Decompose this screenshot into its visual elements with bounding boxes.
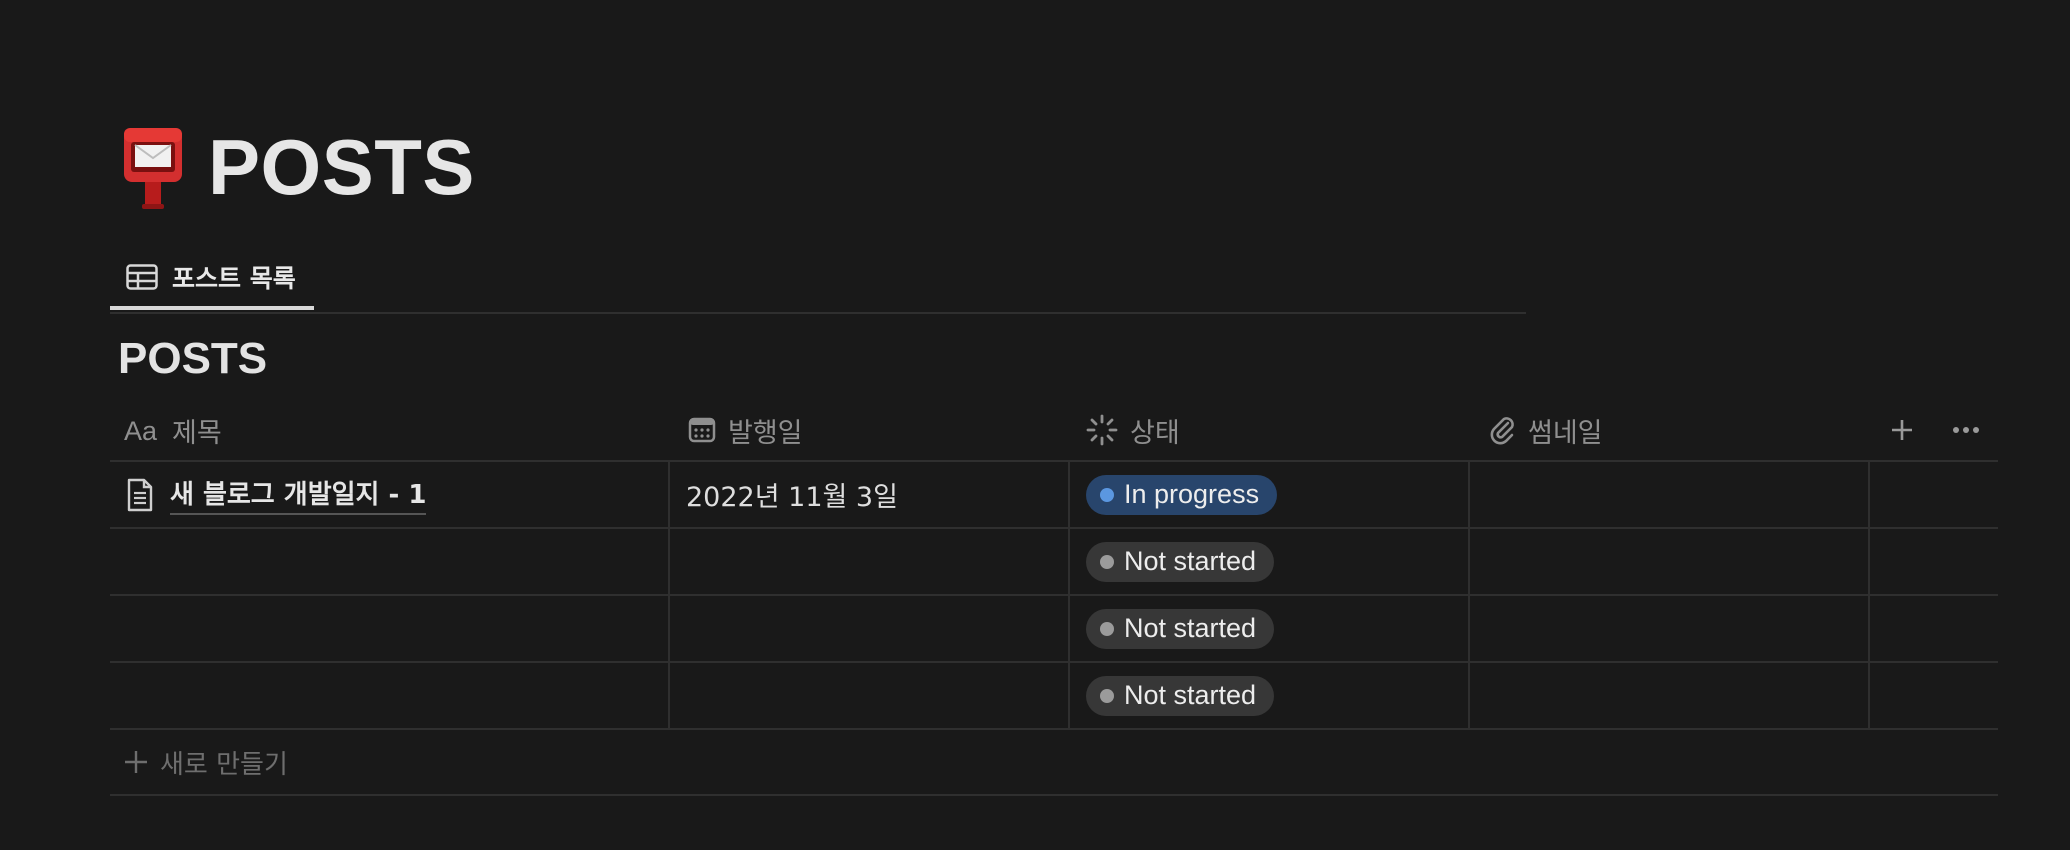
table-icon xyxy=(126,264,158,290)
more-horizontal-icon xyxy=(1953,427,1979,433)
paperclip-icon xyxy=(1490,417,1514,445)
tab-post-list[interactable]: 포스트 목록 xyxy=(110,248,314,310)
status-label: Not started xyxy=(1124,546,1257,576)
publish-date: 2022년 11월 3일 xyxy=(686,482,898,513)
page-header: POSTS xyxy=(120,122,475,213)
document-icon xyxy=(127,478,153,511)
table-header: Aa 제목 발행일 상태 썸네일 xyxy=(110,400,1998,462)
date-cell[interactable]: 2022년 11월 3일 xyxy=(686,462,898,527)
tab-label: 포스트 목록 xyxy=(172,264,296,293)
column-header-title[interactable]: Aa 제목 xyxy=(124,400,222,460)
status-label: Not started xyxy=(1124,680,1257,710)
title-aa-icon: Aa xyxy=(124,416,158,444)
table-row[interactable]: Not started xyxy=(110,663,1998,730)
new-row-button[interactable]: 새로 만들기 xyxy=(110,730,1998,796)
status-label: In progress xyxy=(1124,479,1260,509)
status-cell[interactable]: In progress xyxy=(1086,462,1278,527)
title-cell[interactable]: 새 블로그 개발일지 - 1 xyxy=(126,462,427,527)
page-title: POSTS xyxy=(208,123,475,211)
status-badge[interactable]: In progress xyxy=(1086,474,1278,515)
column-label: 제목 xyxy=(172,417,222,449)
post-title-link[interactable]: 새 블로그 개발일지 - 1 xyxy=(170,474,427,515)
table-row[interactable]: Not started xyxy=(110,529,1998,596)
status-badge[interactable]: Not started xyxy=(1086,608,1275,649)
new-row-label: 새로 만들기 xyxy=(160,749,288,780)
status-dot xyxy=(1100,554,1114,569)
view-tabs: 포스트 목록 xyxy=(110,248,1526,314)
table-row[interactable]: 새 블로그 개발일지 - 1 2022년 11월 3일 In progress xyxy=(110,462,1998,529)
status-dot xyxy=(1100,621,1114,636)
status-dot xyxy=(1100,688,1114,703)
column-header-status[interactable]: 상태 xyxy=(1086,400,1180,460)
status-cell[interactable]: Not started xyxy=(1086,529,1275,594)
status-label: Not started xyxy=(1124,613,1257,643)
status-cell[interactable]: Not started xyxy=(1086,596,1275,661)
status-badge[interactable]: Not started xyxy=(1086,675,1275,716)
plus-icon xyxy=(125,751,147,773)
column-label: 발행일 xyxy=(728,417,803,449)
column-header-date[interactable]: 발행일 xyxy=(688,400,803,460)
status-badge[interactable]: Not started xyxy=(1086,541,1275,582)
add-column-button[interactable] xyxy=(1882,400,1922,460)
database-table: Aa 제목 발행일 상태 썸네일 새 블로그 개발일지 - 1 2022년 11… xyxy=(110,400,1998,796)
status-spinner-icon xyxy=(1086,414,1118,446)
plus-icon xyxy=(1892,420,1912,440)
database-title: POSTS xyxy=(118,334,268,383)
status-cell[interactable]: Not started xyxy=(1086,663,1275,728)
table-row[interactable]: Not started xyxy=(110,596,1998,663)
postbox-icon[interactable] xyxy=(120,126,186,210)
status-dot xyxy=(1100,487,1114,502)
column-header-thumbnail[interactable]: 썸네일 xyxy=(1488,400,1603,460)
column-label: 썸네일 xyxy=(1528,417,1603,449)
column-label: 상태 xyxy=(1130,417,1180,449)
calendar-icon xyxy=(688,417,716,443)
more-options-button[interactable] xyxy=(1946,400,1986,460)
svg-text:Aa: Aa xyxy=(124,416,158,444)
